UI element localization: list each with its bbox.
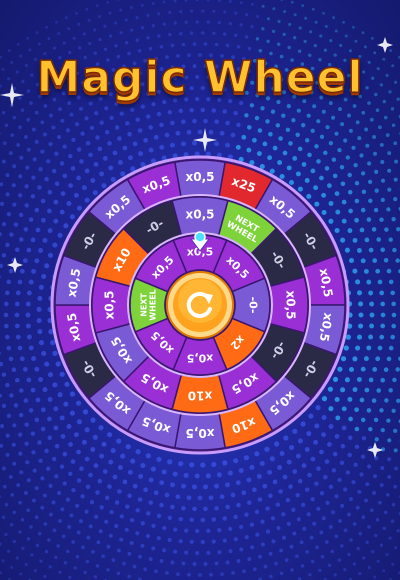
- middle-ring-label: x0,5: [186, 208, 215, 222]
- spin-button[interactable]: [166, 271, 234, 339]
- outer-ring-segment: x0,5: [173, 159, 227, 198]
- outer-ring-label: x0,5: [186, 170, 215, 184]
- outer-ring-label: x0,5: [186, 426, 215, 440]
- inner-ring-label: NEXTWHEEL: [139, 289, 157, 320]
- inner-ring-label: -0-: [247, 297, 260, 314]
- outer-ring-segment: x0,5: [173, 412, 227, 451]
- middle-ring-label: x10: [188, 389, 212, 403]
- magic-wheel[interactable]: x0,5 x25x0,5-0-x0,5x0,5-0-x0,5x10x0,5x0,5…: [0, 0, 400, 580]
- middle-ring-label: x0,5: [284, 291, 298, 320]
- game-screen: Magic Wheel x0,5 x25 x0,5 -0- x0,5 x0,5 -0- x0,…: [0, 0, 400, 580]
- middle-ring-label: x0,5: [103, 291, 117, 320]
- inner-ring-label: x0,5: [187, 352, 214, 365]
